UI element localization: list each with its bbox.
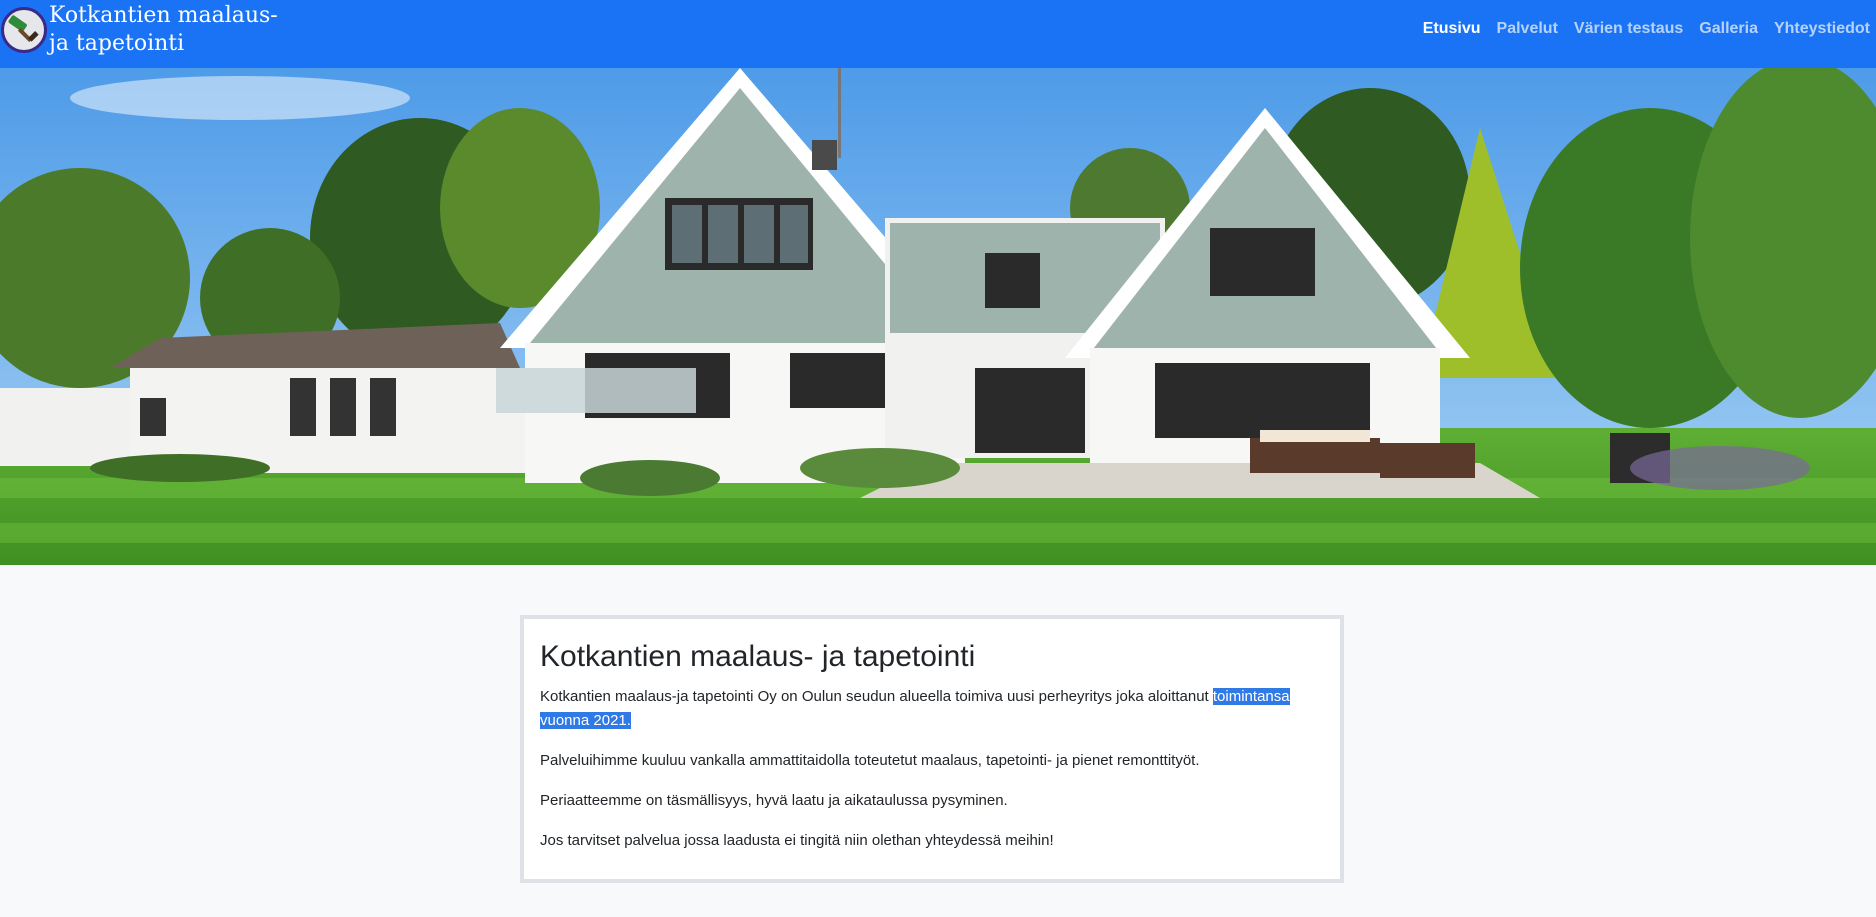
nav-galleria[interactable]: Galleria xyxy=(1699,20,1758,38)
services-paragraph: Palveluihimme kuuluu vankalla ammattitai… xyxy=(540,752,1200,769)
nav-etusivu[interactable]: Etusivu xyxy=(1423,20,1481,38)
paint-roller-logo-icon[interactable] xyxy=(1,7,47,53)
nav-yhteystiedot[interactable]: Yhteystiedot xyxy=(1774,20,1870,38)
intro-card: Kotkantien maalaus- ja tapetointi Kotkan… xyxy=(520,615,1344,883)
page-title: Kotkantien maalaus- ja tapetointi xyxy=(540,640,976,673)
navbar: Kotkantien maalaus- ja tapetointi Etusiv… xyxy=(0,0,1876,68)
nav-varien-testaus[interactable]: Värien testaus xyxy=(1574,20,1683,38)
brand-name[interactable]: Kotkantien maalaus- ja tapetointi xyxy=(49,2,309,58)
hero-house-image xyxy=(0,68,1876,565)
contact-paragraph: Jos tarvitset palvelua jossa laadusta ei… xyxy=(540,832,1054,849)
principles-paragraph: Periaatteemme on täsmällisyys, hyvä laat… xyxy=(540,792,1008,809)
main-nav: Etusivu Palvelut Värien testaus Galleria… xyxy=(1423,20,1870,38)
nav-palvelut[interactable]: Palvelut xyxy=(1497,20,1558,38)
intro-paragraph: Kotkantien maalaus-ja tapetointi Oy on O… xyxy=(540,685,1324,733)
intro-text: Kotkantien maalaus-ja tapetointi Oy on O… xyxy=(540,688,1213,705)
